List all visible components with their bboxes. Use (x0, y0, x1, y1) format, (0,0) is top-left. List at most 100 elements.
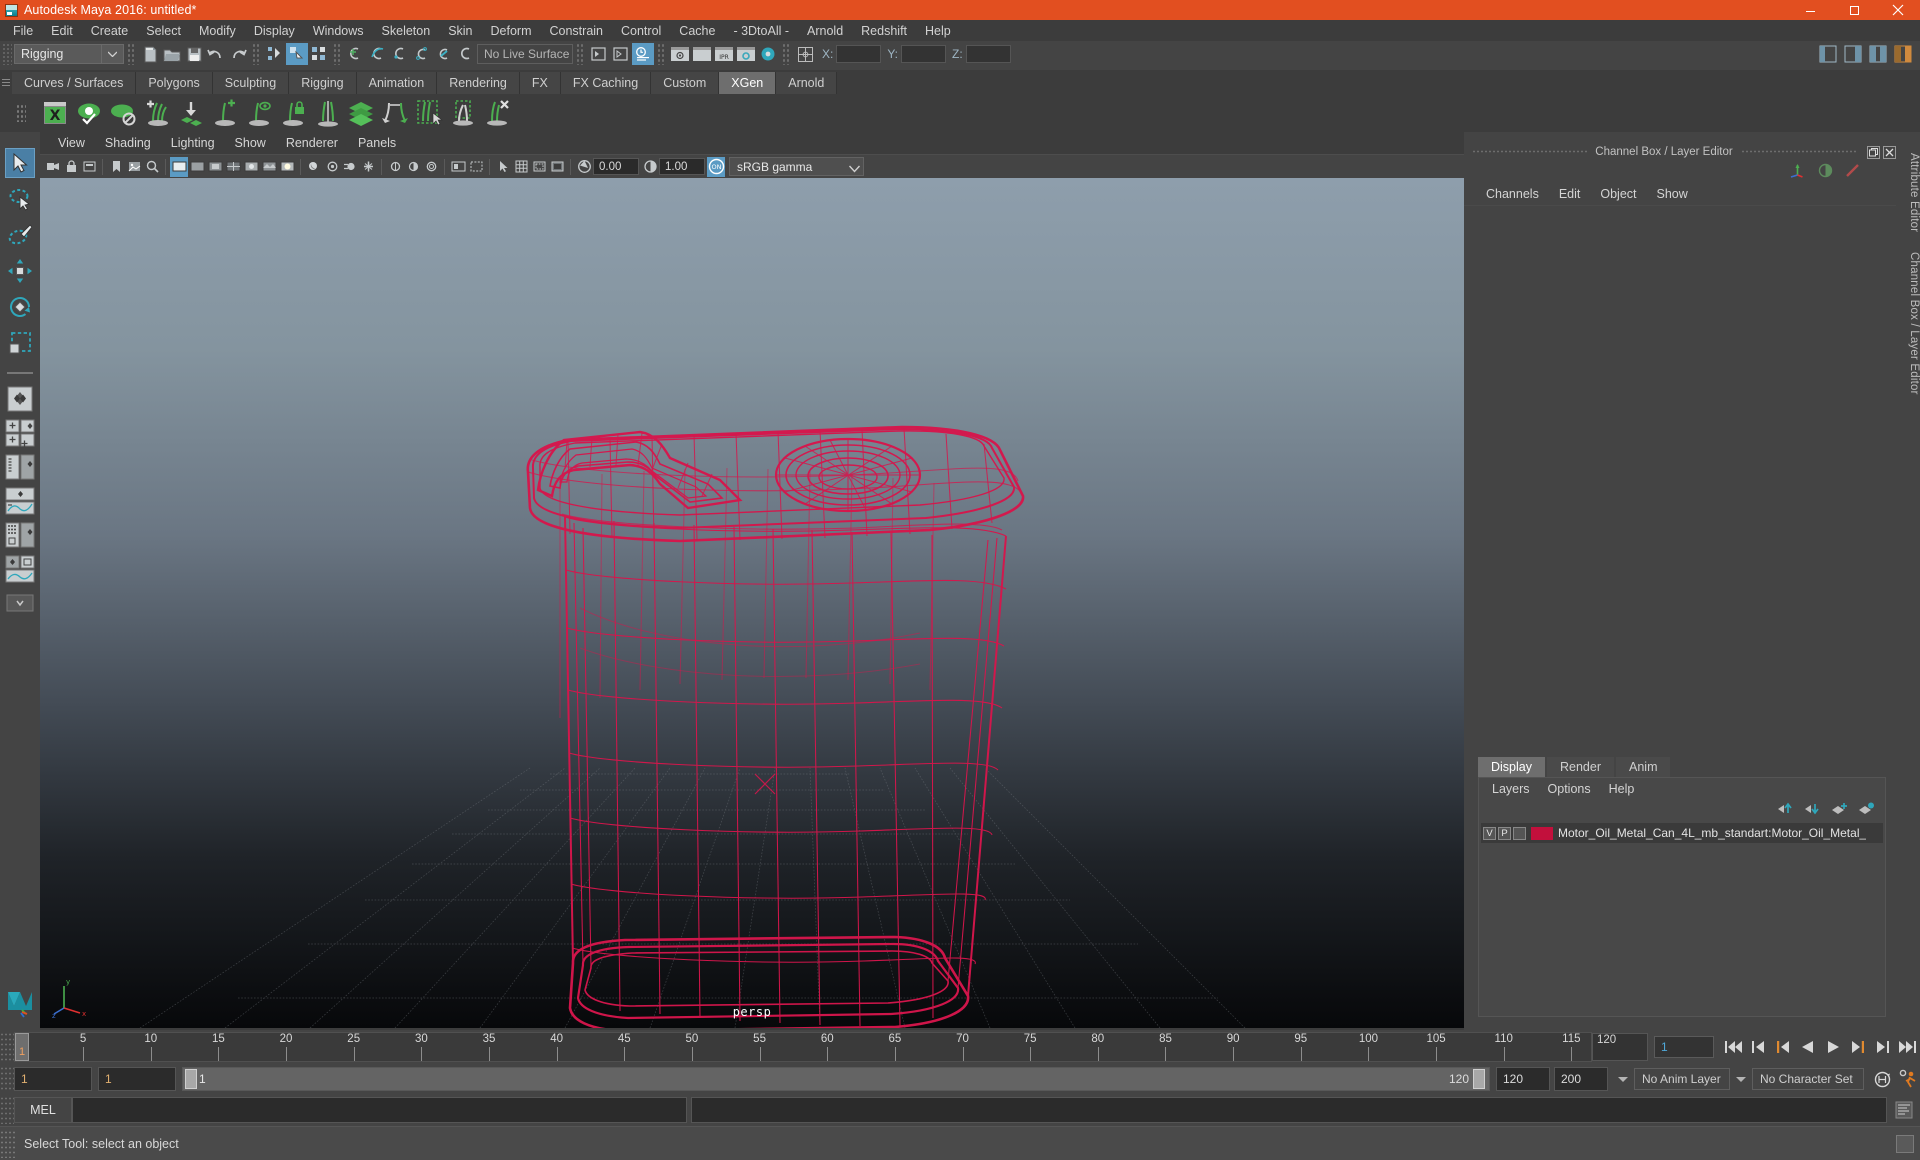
show-hide-attribute-editor-icon[interactable] (1842, 43, 1864, 65)
more-layouts-button[interactable] (4, 588, 36, 618)
select-by-hierarchy-icon[interactable] (264, 43, 286, 65)
time-slider-gripper[interactable] (0, 1032, 14, 1062)
side-tab-channel-box[interactable]: Channel Box / Layer Editor (1896, 242, 1920, 405)
isolate-select-icon[interactable] (449, 157, 467, 177)
rotate-tool-button[interactable] (5, 292, 35, 322)
coord-y-field[interactable] (901, 45, 947, 63)
xgen-mirror-guide-icon[interactable] (310, 96, 344, 130)
menu-create[interactable]: Create (82, 22, 138, 40)
xgen-window-icon[interactable]: X (38, 96, 72, 130)
xray-display-icon[interactable] (467, 157, 485, 177)
shelf-tab-animation[interactable]: Animation (356, 72, 438, 94)
step-back-keyframe-icon[interactable] (1745, 1034, 1770, 1060)
script-language-button[interactable]: MEL (14, 1097, 72, 1123)
animation-start-field[interactable]: 1 (14, 1067, 92, 1091)
minimize-button[interactable] (1788, 0, 1832, 20)
xgen-convert-icon[interactable] (378, 96, 412, 130)
attribute-editor-icon[interactable] (1818, 163, 1833, 181)
side-tab-attribute-editor[interactable]: Attribute Editor (1896, 143, 1920, 242)
motion-blur-icon[interactable] (341, 157, 359, 177)
ambient-occlusion-icon[interactable] (323, 157, 341, 177)
undo-icon[interactable] (205, 43, 227, 65)
layer-tab-display[interactable]: Display (1478, 757, 1545, 777)
range-slider-left-handle[interactable] (185, 1069, 197, 1089)
menu-help[interactable]: Help (916, 22, 960, 40)
four-pane-layout-button[interactable] (4, 418, 36, 448)
menu-windows[interactable]: Windows (304, 22, 373, 40)
xgen-delete-guide-icon[interactable] (480, 96, 514, 130)
coord-x-field[interactable] (836, 45, 882, 63)
select-by-object-type-icon[interactable] (286, 43, 308, 65)
channel-box-menu-object[interactable]: Object (1590, 186, 1646, 202)
render-current-frame-icon[interactable] (588, 43, 610, 65)
exposure-field[interactable]: 0.00 (593, 158, 639, 175)
status-bar-gripper[interactable] (0, 1129, 16, 1158)
command-line-gripper[interactable] (0, 1096, 14, 1124)
range-slider-track[interactable]: 1 120 (182, 1067, 1490, 1091)
tool-settings-icon[interactable] (1845, 163, 1860, 181)
snap-to-curves-icon[interactable] (367, 43, 389, 65)
time-cursor[interactable]: 1 (15, 1033, 29, 1061)
hypershade-icon[interactable] (757, 43, 779, 65)
ipr-render-view-icon[interactable]: IPR (713, 43, 735, 65)
use-all-lights-icon[interactable] (278, 157, 296, 177)
shelf-tab-rigging[interactable]: Rigging (289, 72, 357, 94)
viewport-menu-renderer[interactable]: Renderer (276, 134, 348, 152)
character-set-dropdown-arrow[interactable] (1736, 1076, 1746, 1082)
viewport-menu-panels[interactable]: Panels (348, 134, 406, 152)
select-tool-button[interactable] (5, 148, 35, 178)
range-slider-gripper[interactable] (0, 1066, 14, 1092)
depth-of-field-icon[interactable] (404, 157, 422, 177)
save-scene-icon[interactable] (183, 43, 205, 65)
close-panel-button[interactable] (1883, 145, 1897, 159)
snap-to-view-planes-icon[interactable] (433, 43, 455, 65)
maximize-button[interactable] (1832, 0, 1876, 20)
channel-box-menu-show[interactable]: Show (1647, 186, 1698, 202)
shaded-textured-icon[interactable] (260, 157, 278, 177)
layer-color-swatch[interactable] (1531, 826, 1553, 840)
xgen-preview-icon[interactable] (72, 96, 106, 130)
anim-layer-select[interactable]: No Anim Layer (1634, 1068, 1730, 1090)
script-editor-icon[interactable] (1891, 1097, 1916, 1123)
menu-redshift[interactable]: Redshift (852, 22, 916, 40)
render-settings-icon[interactable] (632, 43, 654, 65)
single-pane-layout-button[interactable] (4, 384, 36, 414)
move-layer-up-icon[interactable] (1777, 802, 1794, 818)
outliner-persp-layout-button[interactable] (4, 452, 36, 482)
xgen-select-region-icon[interactable] (412, 96, 446, 130)
viewport-menu-shading[interactable]: Shading (95, 134, 161, 152)
select-by-component-type-icon[interactable] (308, 43, 330, 65)
shelf-icons-gripper[interactable] (4, 94, 38, 132)
command-input-field[interactable] (72, 1097, 687, 1123)
xgen-lock-guide-icon[interactable] (276, 96, 310, 130)
gamma-icon[interactable] (641, 157, 659, 177)
exposure-icon[interactable] (575, 157, 593, 177)
range-start-field[interactable]: 1 (98, 1067, 176, 1091)
shelf-tab-curves-surfaces[interactable]: Curves / Surfaces (12, 72, 137, 94)
channel-box-content-area[interactable] (1464, 205, 1896, 755)
channel-box-icon[interactable] (1789, 163, 1806, 181)
hypershade-persp-layout-button[interactable] (4, 520, 36, 550)
persp-graph-outliner-layout-button[interactable] (4, 554, 36, 584)
menu-cache[interactable]: Cache (670, 22, 724, 40)
layer-state-toggle[interactable] (1513, 826, 1526, 840)
shelf-tab-sculpting[interactable]: Sculpting (212, 72, 290, 94)
xgen-region-box-icon[interactable] (446, 96, 480, 130)
gamma-field[interactable]: 1.00 (659, 158, 705, 175)
color-management-toggle-icon[interactable]: ON (707, 156, 725, 177)
toggle-ipr-view-icon[interactable] (669, 43, 691, 65)
layer-playback-toggle[interactable]: P (1498, 826, 1511, 840)
range-slider-right-handle[interactable] (1473, 1069, 1485, 1089)
move-layer-down-icon[interactable] (1804, 802, 1821, 818)
multisample-anti-aliasing-icon[interactable] (359, 157, 377, 177)
coord-z-field[interactable] (965, 45, 1011, 63)
range-end-field[interactable]: 120 (1496, 1067, 1550, 1091)
color-profile-select[interactable]: sRGB gamma (729, 157, 864, 176)
go-to-end-icon[interactable] (1895, 1034, 1920, 1060)
persp-graph-layout-button[interactable] (4, 486, 36, 516)
menu-file[interactable]: File (4, 22, 42, 40)
redo-icon[interactable] (227, 43, 249, 65)
two-dimensional-pan-zoom-icon[interactable] (143, 157, 161, 177)
character-set-select[interactable]: No Character Set (1752, 1068, 1864, 1090)
shelf-tab-polygons[interactable]: Polygons (136, 72, 213, 94)
